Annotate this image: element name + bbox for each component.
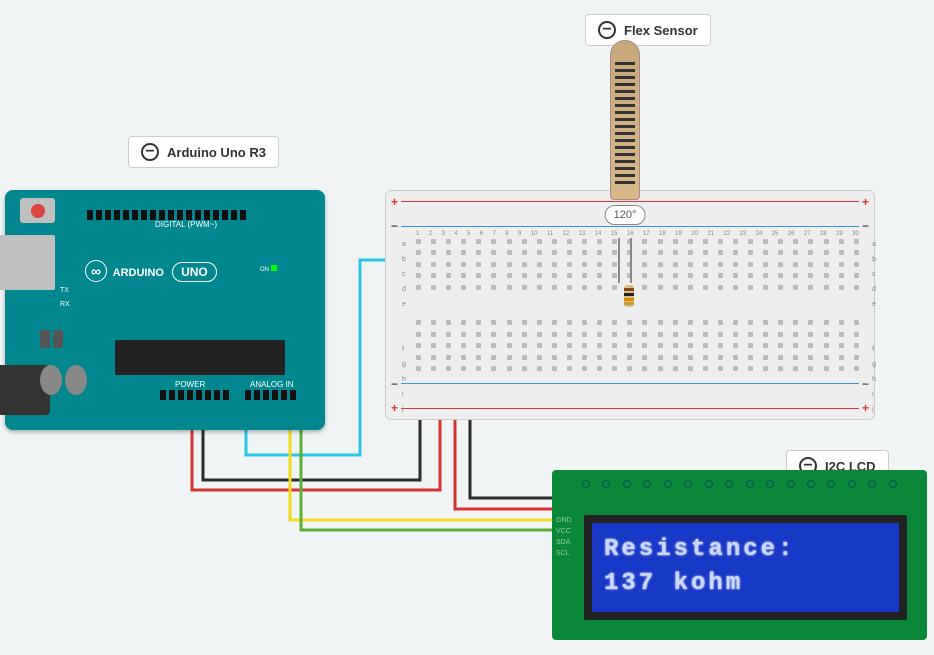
resistor-body: [624, 285, 634, 307]
reset-button[interactable]: [20, 198, 55, 223]
label-text: Arduino Uno R3: [167, 145, 266, 160]
minus-sign: −: [862, 219, 869, 233]
flex-angle-badge: 120°: [605, 205, 646, 225]
minus-sign: −: [391, 219, 398, 233]
plus-sign: +: [391, 401, 398, 415]
label-text: Flex Sensor: [624, 23, 698, 38]
collapse-icon[interactable]: [598, 21, 616, 39]
tx-rx-labels: TX RX: [60, 284, 70, 312]
minus-sign: −: [391, 377, 398, 391]
model-text: UNO: [172, 262, 217, 282]
power-label: POWER: [175, 380, 205, 389]
analog-label: ANALOG IN: [250, 380, 294, 389]
wire-yellow-sda[interactable]: [290, 413, 555, 520]
plus-sign: +: [862, 401, 869, 415]
plus-sign: +: [862, 195, 869, 209]
power-header[interactable]: [160, 390, 229, 400]
analog-header[interactable]: [245, 390, 296, 400]
resistor[interactable]: [625, 285, 633, 315]
atmega-chip: [115, 340, 285, 375]
rail-bottom: − + − +: [401, 381, 859, 411]
breadboard-grid[interactable]: [416, 239, 859, 371]
lcd-screen: Resistance: 137 kohm: [584, 515, 907, 620]
row-labels-left: abcdefghij: [402, 241, 406, 414]
plus-sign: +: [391, 195, 398, 209]
arduino-branding: ∞ ARDUINO UNO: [85, 260, 217, 282]
flex-sensor[interactable]: 120°: [610, 40, 640, 240]
lcd-pin-labels: GNDVCCSDASCL: [556, 515, 572, 559]
usb-port: [0, 235, 55, 290]
lcd-pin-row: [582, 480, 897, 488]
lcd-line2: 137 kohm: [604, 567, 887, 601]
wire-red-lcd[interactable]: [455, 408, 555, 509]
row-labels-right: abcdefghij: [872, 241, 876, 414]
arduino-uno[interactable]: ∞ ARDUINO UNO ON TX RX DIGITAL (PWM~) PO…: [5, 190, 325, 430]
capacitor: [40, 365, 62, 395]
capacitor: [53, 330, 63, 348]
capacitor: [65, 365, 87, 395]
flex-stripes: [615, 61, 635, 184]
label-arduino[interactable]: Arduino Uno R3: [128, 136, 279, 168]
flex-leads: [618, 238, 632, 283]
wire-green-scl[interactable]: [301, 413, 555, 530]
collapse-icon[interactable]: [141, 143, 159, 161]
digital-header[interactable]: [87, 210, 246, 220]
flex-body: [610, 40, 640, 200]
digital-label: DIGITAL (PWM~): [155, 220, 217, 229]
capacitor: [40, 330, 50, 348]
minus-sign: −: [862, 377, 869, 391]
arduino-logo-icon: ∞: [85, 260, 107, 282]
i2c-lcd[interactable]: GNDVCCSDASCL Resistance: 137 kohm: [552, 470, 927, 640]
power-led: ON: [260, 265, 277, 273]
brand-text: ARDUINO: [113, 267, 164, 279]
label-flex-sensor[interactable]: Flex Sensor: [585, 14, 711, 46]
arduino-board: ∞ ARDUINO UNO ON TX RX DIGITAL (PWM~) PO…: [5, 190, 325, 430]
lcd-line1: Resistance:: [604, 533, 887, 567]
